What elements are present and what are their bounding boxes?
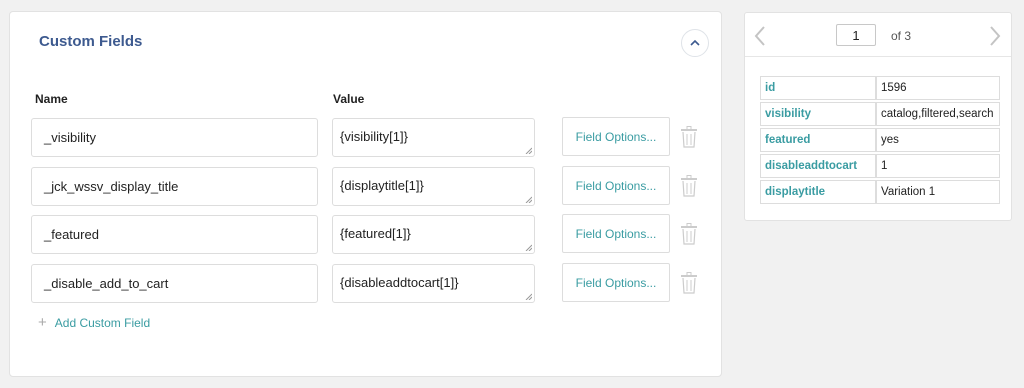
record-value: yes: [876, 128, 1000, 152]
table-row: disableaddtocart 1: [760, 154, 1000, 178]
record-value: 1: [876, 154, 1000, 178]
custom-fields-panel: Custom Fields Name Value _visibility {vi…: [9, 11, 722, 377]
field-row: _disable_add_to_cart {disableaddtocart[1…: [10, 263, 721, 304]
resize-grip-icon[interactable]: [525, 244, 532, 251]
field-options-button[interactable]: Field Options...: [562, 166, 670, 205]
record-key: displaytitle: [760, 180, 876, 204]
field-value-text: {visibility[1]}: [340, 129, 408, 144]
record-data-table: id 1596 visibility catalog,filtered,search…: [760, 74, 1000, 206]
field-value-input[interactable]: {displaytitle[1]}: [332, 167, 535, 206]
field-value-input[interactable]: {disableaddtocart[1]}: [332, 264, 535, 303]
trash-icon[interactable]: [680, 272, 698, 294]
add-custom-field-label: Add Custom Field: [54, 315, 151, 330]
record-preview-panel: 1 of 3 id 1596 visibility catalog,filtered…: [744, 12, 1012, 221]
record-value: catalog,filtered,search: [876, 102, 1000, 126]
field-value-input[interactable]: {visibility[1]}: [332, 118, 535, 157]
value-column-header: Value: [333, 92, 365, 106]
panel-title: Custom Fields: [39, 33, 143, 50]
add-custom-field-link[interactable]: + Add Custom Field: [38, 315, 150, 330]
record-key: visibility: [760, 102, 876, 126]
field-name-input[interactable]: _visibility: [31, 118, 318, 157]
field-row: _featured {featured[1]} Field Options...: [10, 214, 721, 255]
chevron-up-icon: [690, 39, 700, 46]
field-row: _visibility {visibility[1]} Field Option…: [10, 117, 721, 158]
chevron-right-icon[interactable]: [988, 25, 1002, 47]
collapse-button[interactable]: [681, 29, 709, 57]
trash-icon[interactable]: [680, 126, 698, 148]
record-value: 1596: [876, 76, 1000, 100]
name-column-header: Name: [35, 92, 68, 106]
page-number-input[interactable]: 1: [836, 24, 876, 46]
resize-grip-icon[interactable]: [525, 147, 532, 154]
trash-icon[interactable]: [680, 223, 698, 245]
plus-icon: +: [38, 314, 47, 331]
field-options-button[interactable]: Field Options...: [562, 117, 670, 156]
field-value-text: {displaytitle[1]}: [340, 178, 424, 193]
field-value-text: {featured[1]}: [340, 226, 411, 241]
record-value: Variation 1: [876, 180, 1000, 204]
field-value-text: {disableaddtocart[1]}: [340, 275, 459, 290]
record-key: featured: [760, 128, 876, 152]
resize-grip-icon[interactable]: [525, 196, 532, 203]
resize-grip-icon[interactable]: [525, 293, 532, 300]
chevron-left-icon[interactable]: [753, 25, 767, 47]
field-name-input[interactable]: _jck_wssv_display_title: [31, 167, 318, 206]
record-pager: 1 of 3: [745, 13, 1011, 57]
record-key: disableaddtocart: [760, 154, 876, 178]
table-row: visibility catalog,filtered,search: [760, 102, 1000, 126]
field-name-input[interactable]: _featured: [31, 215, 318, 254]
trash-icon[interactable]: [680, 175, 698, 197]
field-options-button[interactable]: Field Options...: [562, 214, 670, 253]
field-row: _jck_wssv_display_title {displaytitle[1]…: [10, 166, 721, 207]
field-name-input[interactable]: _disable_add_to_cart: [31, 264, 318, 303]
table-row: displaytitle Variation 1: [760, 180, 1000, 204]
table-row: featured yes: [760, 128, 1000, 152]
table-row: id 1596: [760, 76, 1000, 100]
page-count-label: of 3: [891, 29, 912, 43]
record-key: id: [760, 76, 876, 100]
field-options-button[interactable]: Field Options...: [562, 263, 670, 302]
field-value-input[interactable]: {featured[1]}: [332, 215, 535, 254]
